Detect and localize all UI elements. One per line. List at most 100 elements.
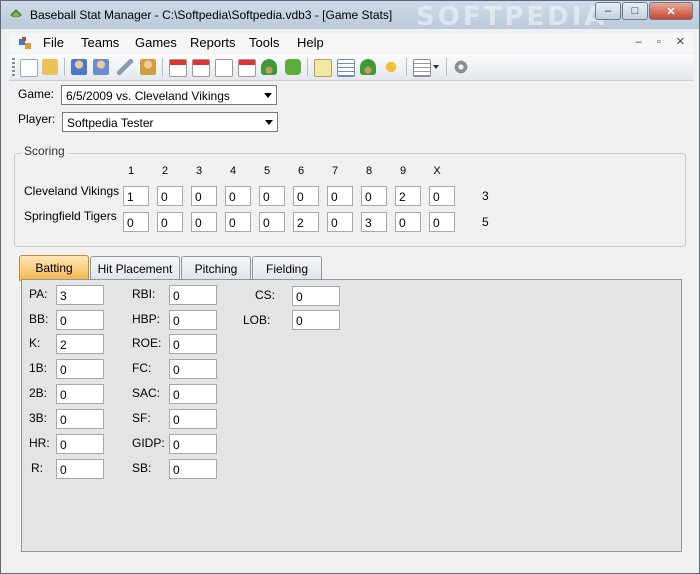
stat-label: 3B: <box>29 411 48 425</box>
stat-input-2b[interactable]: 0 <box>56 384 104 404</box>
player-edit-icon[interactable] <box>93 59 109 75</box>
menu-tools[interactable]: Tools <box>249 35 279 50</box>
score-input[interactable]: 0 <box>191 212 217 232</box>
inning-header: 2 <box>161 165 169 177</box>
stat-label: 1B: <box>29 361 48 375</box>
stat-input-sf[interactable]: 0 <box>169 409 217 429</box>
chevron-down-icon[interactable] <box>264 93 272 98</box>
stat-input-fc[interactable]: 0 <box>169 359 217 379</box>
stat-input-bb[interactable]: 0 <box>56 310 104 330</box>
stat-input-gidp[interactable]: 0 <box>169 434 217 454</box>
stat-label: CS: <box>255 288 276 302</box>
stat-input-roe[interactable]: 0 <box>169 334 217 354</box>
users-icon[interactable] <box>140 59 156 75</box>
score-input[interactable]: 0 <box>293 186 319 206</box>
menu-games[interactable]: Games <box>135 35 177 50</box>
tab-pitching[interactable]: Pitching <box>181 256 251 280</box>
stat-input-1b[interactable]: 0 <box>56 359 104 379</box>
batting-panel <box>21 279 682 552</box>
stat-input-sac[interactable]: 0 <box>169 384 217 404</box>
player-icon[interactable] <box>71 59 87 75</box>
score-input[interactable]: 0 <box>157 212 183 232</box>
toolbar-separator <box>307 58 308 76</box>
score-input[interactable]: 0 <box>327 186 353 206</box>
toolbar-separator <box>162 58 163 76</box>
title-bar[interactable]: Baseball Stat Manager - C:\Softpedia\Sof… <box>1 1 699 32</box>
menu-teams[interactable]: Teams <box>81 35 119 50</box>
edit-doc-icon[interactable] <box>215 59 233 77</box>
stat-input-rbi[interactable]: 0 <box>169 285 217 305</box>
score-input[interactable]: 0 <box>259 212 285 232</box>
score-input[interactable]: 1 <box>123 186 149 206</box>
puzzle-icon[interactable] <box>285 59 301 75</box>
score-input[interactable]: 0 <box>225 186 251 206</box>
stat-label: HR: <box>29 436 50 450</box>
tab-hit-placement[interactable]: Hit Placement <box>90 256 180 280</box>
stat-input-lob[interactable]: 0 <box>292 310 340 330</box>
score-input[interactable]: 3 <box>361 212 387 232</box>
score-input[interactable]: 0 <box>123 212 149 232</box>
medal-icon[interactable] <box>383 59 399 75</box>
score-input[interactable]: 2 <box>395 186 421 206</box>
stat-input-pa[interactable]: 3 <box>56 285 104 305</box>
menu-help[interactable]: Help <box>297 35 324 50</box>
score-input[interactable]: 0 <box>429 186 455 206</box>
toolbar-separator <box>446 58 447 76</box>
settings-icon[interactable] <box>453 59 469 75</box>
score-input[interactable]: 0 <box>225 212 251 232</box>
watermark: SOFTPEDIA <box>416 2 608 32</box>
open-icon[interactable] <box>42 59 58 75</box>
stat-input-3b[interactable]: 0 <box>56 409 104 429</box>
ball-glove-icon[interactable] <box>360 59 376 75</box>
menu-reports[interactable]: Reports <box>190 35 236 50</box>
baseball-field-icon <box>10 9 22 18</box>
score-input[interactable]: 0 <box>191 186 217 206</box>
player-select[interactable]: Softpedia Tester <box>62 112 278 132</box>
export-icon[interactable] <box>238 59 256 77</box>
stat-input-r[interactable]: 0 <box>56 459 104 479</box>
minimize-button[interactable]: – <box>595 2 621 20</box>
score-input[interactable]: 0 <box>259 186 285 206</box>
mdi-controls[interactable]: – ▫ ✕ <box>636 35 691 48</box>
team-name-away: Cleveland Vikings <box>24 184 120 198</box>
field-icon[interactable] <box>261 59 277 75</box>
stat-input-k[interactable]: 2 <box>56 334 104 354</box>
toolbar-separator <box>406 58 407 76</box>
chevron-down-icon[interactable] <box>265 120 273 125</box>
wrench-icon[interactable] <box>117 59 133 75</box>
table-icon[interactable] <box>337 59 355 77</box>
window-title: Baseball Stat Manager - C:\Softpedia\Sof… <box>30 8 393 22</box>
list-icon[interactable] <box>413 59 431 77</box>
stat-input-cs[interactable]: 0 <box>292 286 340 306</box>
close-button[interactable]: ✕ <box>649 2 693 20</box>
stat-input-hbp[interactable]: 0 <box>169 310 217 330</box>
score-input[interactable]: 2 <box>293 212 319 232</box>
score-input[interactable]: 0 <box>429 212 455 232</box>
calendar-icon[interactable] <box>169 59 187 77</box>
inning-header: 8 <box>365 165 373 177</box>
tab-batting[interactable]: Batting <box>19 255 89 281</box>
schedule-edit-icon[interactable] <box>192 59 210 77</box>
dropdown-icon[interactable] <box>433 59 441 75</box>
app-menu-icon[interactable] <box>18 36 32 50</box>
score-input[interactable]: 0 <box>157 186 183 206</box>
score-input[interactable]: 0 <box>395 212 421 232</box>
toolbar-separator <box>64 58 65 76</box>
stat-label: BB: <box>29 312 49 326</box>
new-icon[interactable] <box>20 59 38 77</box>
stat-input-hr[interactable]: 0 <box>56 434 104 454</box>
tab-fielding[interactable]: Fielding <box>252 256 322 280</box>
stat-label: GIDP: <box>132 436 165 450</box>
player-select-value: Softpedia Tester <box>67 116 154 130</box>
maximize-button[interactable]: □ <box>622 2 648 20</box>
stat-input-sb[interactable]: 0 <box>169 459 217 479</box>
score-input[interactable]: 0 <box>361 186 387 206</box>
score-input[interactable]: 0 <box>327 212 353 232</box>
toolbar-grip[interactable] <box>12 58 15 76</box>
stat-label: PA: <box>29 287 48 301</box>
scoring-title: Scoring <box>21 144 68 158</box>
game-select[interactable]: 6/5/2009 vs. Cleveland Vikings <box>61 85 277 105</box>
stat-label: LOB: <box>243 313 271 327</box>
report-icon[interactable] <box>314 59 332 77</box>
menu-file[interactable]: File <box>43 35 64 50</box>
